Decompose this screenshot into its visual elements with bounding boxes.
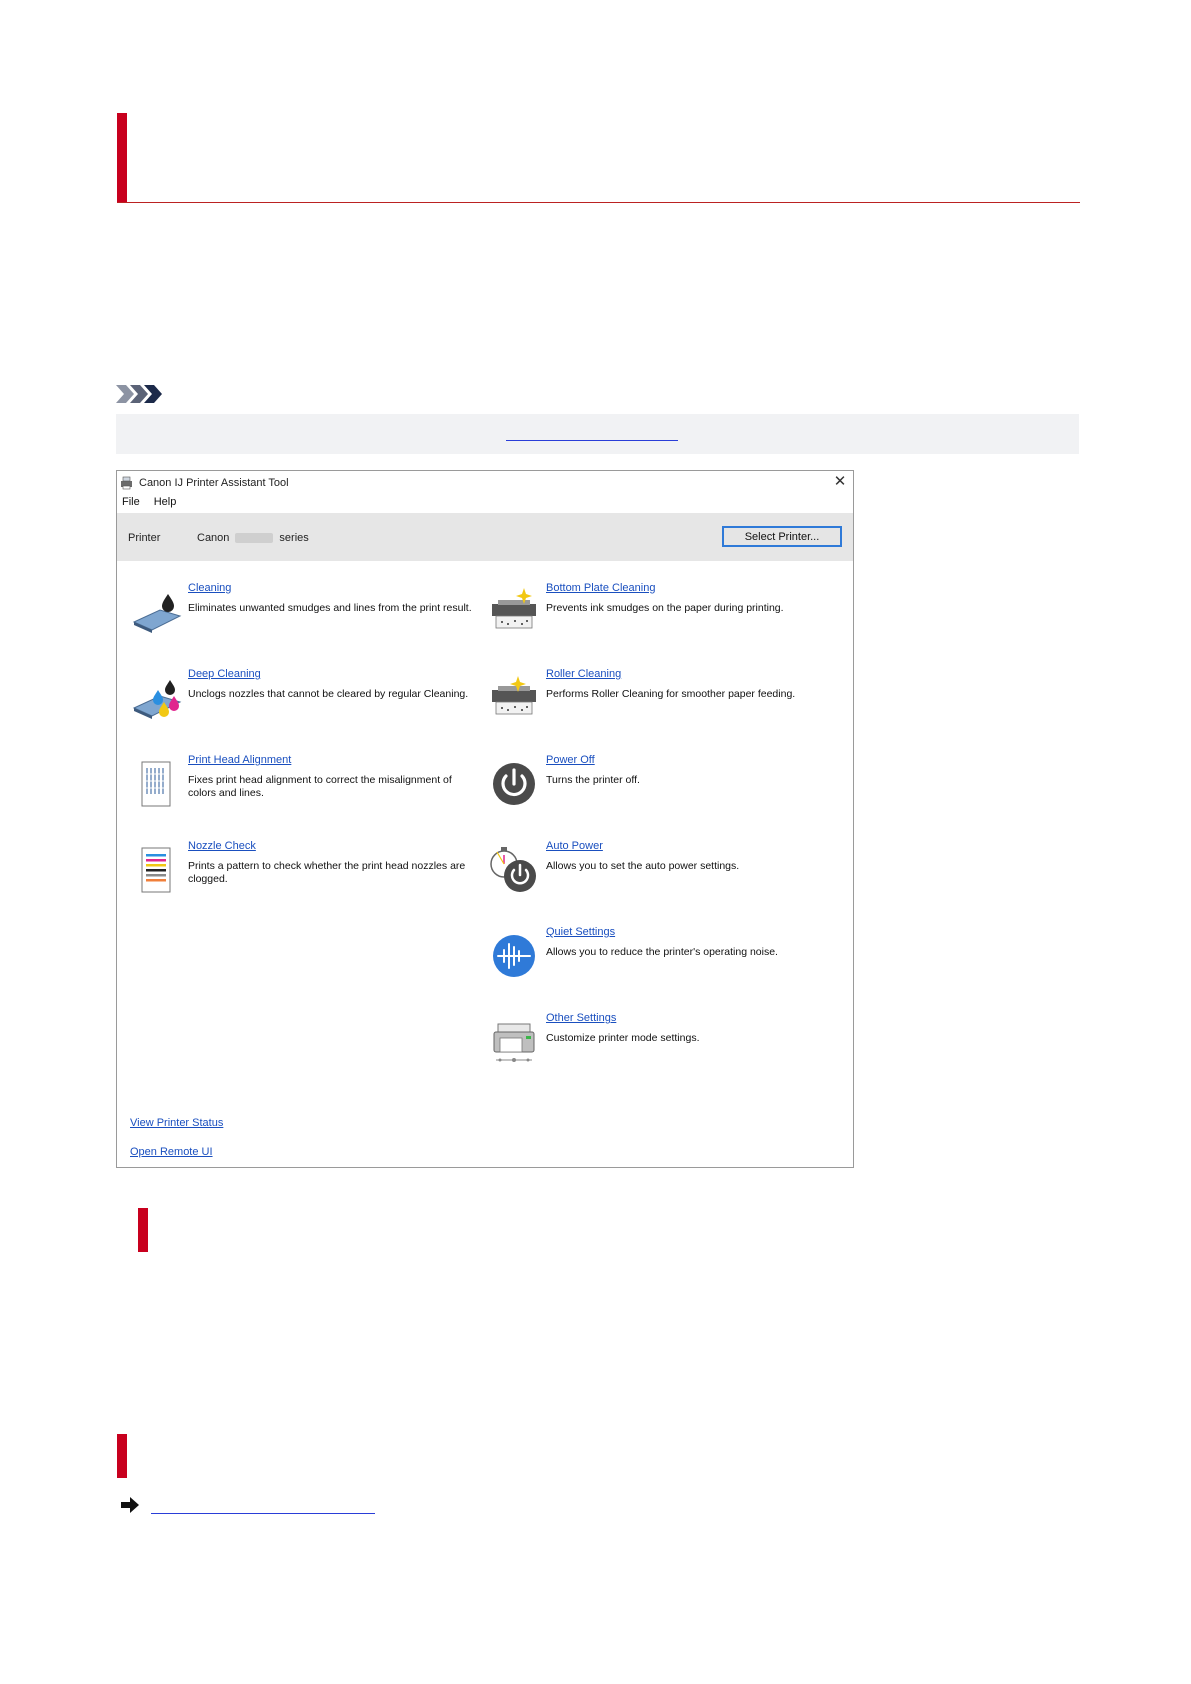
close-icon[interactable]: ✕ [831, 473, 849, 491]
power-icon [493, 763, 535, 805]
power-off-link[interactable]: Power Off [546, 754, 595, 766]
nozzle-check-link[interactable]: Nozzle Check [188, 840, 256, 852]
window-title: Canon IJ Printer Assistant Tool [139, 477, 289, 489]
other-settings-desc: Customize printer mode settings. [546, 1032, 700, 1044]
printer-settings-icon [493, 1023, 535, 1062]
item-quiet-settings: Quiet Settings Allows you to reduce the … [488, 926, 828, 996]
item-print-head-alignment: Print Head Alignment Fixes print head al… [130, 754, 470, 824]
nozzle-check-icon [141, 847, 171, 893]
item-nozzle-check: Nozzle Check Prints a pattern to check w… [130, 840, 470, 910]
printer-model-redacted [235, 533, 274, 543]
note-link-underline[interactable] [506, 440, 678, 441]
printer-label: Printer [128, 532, 161, 544]
printer-series: series [279, 532, 309, 544]
section-accent-bar [138, 1208, 148, 1252]
deep-cleaning-desc: Unclogs nozzles that cannot be cleared b… [188, 688, 469, 700]
deep-cleaning-icon [132, 680, 182, 719]
bottom-plate-cleaning-link[interactable]: Bottom Plate Cleaning [546, 582, 655, 594]
item-cleaning: Cleaning Eliminates unwanted smudges and… [130, 582, 472, 652]
menu-help[interactable]: Help [154, 496, 177, 508]
quiet-settings-icon [493, 935, 535, 977]
bottom-plate-cleaning-desc: Prevents ink smudges on the paper during… [546, 602, 784, 614]
auto-power-desc: Allows you to set the auto power setting… [546, 860, 740, 872]
open-remote-ui-link[interactable]: Open Remote UI [130, 1146, 213, 1158]
item-bottom-plate-cleaning: Bottom Plate Cleaning Prevents ink smudg… [488, 582, 828, 652]
print-head-alignment-link[interactable]: Print Head Alignment [188, 754, 291, 766]
printer-bar: Printer Canon series Select Printer... [117, 513, 853, 561]
deep-cleaning-link[interactable]: Deep Cleaning [188, 668, 261, 680]
note-box [116, 414, 1079, 454]
auto-power-link[interactable]: Auto Power [546, 840, 603, 852]
menu-file[interactable]: File [122, 496, 140, 508]
item-power-off: Power Off Turns the printer off. [488, 754, 828, 824]
cleaning-desc: Eliminates unwanted smudges and lines fr… [188, 602, 472, 614]
arrow-right-icon [121, 1497, 139, 1513]
quiet-settings-link[interactable]: Quiet Settings [546, 926, 615, 938]
title-accent-bar [117, 113, 127, 203]
quiet-settings-desc: Allows you to reduce the printer's opera… [546, 946, 778, 958]
cleaning-icon [132, 594, 182, 633]
other-settings-link[interactable]: Other Settings [546, 1012, 616, 1024]
select-printer-button[interactable]: Select Printer... [722, 526, 842, 547]
item-other-settings: Other Settings Customize printer mode se… [488, 1012, 828, 1082]
item-deep-cleaning: Deep Cleaning Unclogs nozzles that canno… [130, 668, 470, 738]
section-accent-bar-2 [117, 1434, 127, 1478]
related-link-underline[interactable] [151, 1513, 375, 1514]
item-auto-power: Auto Power Allows you to set the auto po… [488, 840, 828, 910]
nozzle-check-desc: Prints a pattern to check whether the pr… [188, 860, 466, 885]
printer-assistant-window: Canon IJ Printer Assistant Tool ✕ File H… [116, 470, 854, 1168]
print-head-alignment-icon [141, 761, 171, 807]
roller-cleaning-link[interactable]: Roller Cleaning [546, 668, 621, 680]
note-chevrons-icon [116, 385, 162, 403]
print-head-alignment-desc: Fixes print head alignment to correct th… [188, 774, 452, 799]
app-printer-icon [121, 476, 132, 490]
auto-power-icon [490, 847, 536, 892]
title-divider [117, 202, 1080, 203]
item-roller-cleaning: Roller Cleaning Performs Roller Cleaning… [488, 668, 828, 738]
roller-cleaning-icon [492, 676, 536, 715]
roller-cleaning-desc: Performs Roller Cleaning for smoother pa… [546, 688, 796, 700]
menu-bar: File Help [122, 496, 176, 508]
power-off-desc: Turns the printer off. [546, 774, 640, 786]
view-printer-status-link[interactable]: View Printer Status [130, 1117, 223, 1129]
printer-name: Canon series [197, 532, 309, 544]
cleaning-link[interactable]: Cleaning [188, 582, 231, 594]
printer-brand: Canon [197, 532, 230, 544]
bottom-plate-cleaning-icon [492, 588, 536, 629]
